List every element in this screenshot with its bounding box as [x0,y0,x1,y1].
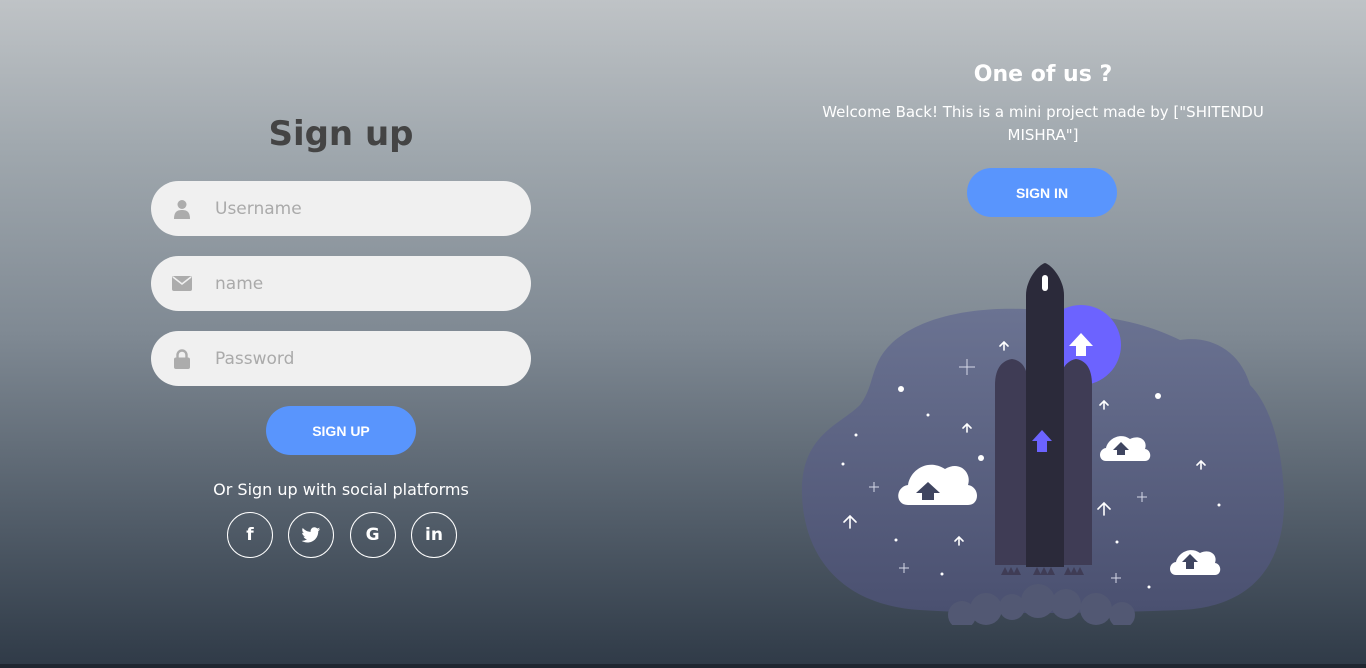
right-panel: One of us ? Welcome Back! This is a mini… [800,0,1286,668]
panel-title: One of us ? [973,62,1113,87]
envelope-icon [151,276,213,291]
google-icon[interactable]: G [349,512,396,558]
facebook-icon[interactable]: f [227,512,273,558]
email-field[interactable] [151,256,531,311]
rocket-illustration [801,263,1285,625]
social-icons: f G in [227,512,457,558]
user-icon [151,199,213,219]
lock-icon [151,348,213,369]
linkedin-icon[interactable]: in [410,512,457,558]
sign-in-button[interactable]: SIGN IN [967,168,1117,217]
social-caption: Or Sign up with social platforms [213,480,469,499]
page-title: Sign up [268,114,414,154]
password-input[interactable] [213,347,507,370]
username-input[interactable] [213,197,507,220]
panel-description: Welcome Back! This is a mini project mad… [822,103,1264,144]
name-input[interactable] [213,272,507,295]
bottom-border [0,664,1366,668]
username-field[interactable] [151,181,531,236]
password-field[interactable] [151,331,531,386]
twitter-icon[interactable] [288,512,335,558]
sign-up-button[interactable]: SIGN UP [266,406,416,455]
